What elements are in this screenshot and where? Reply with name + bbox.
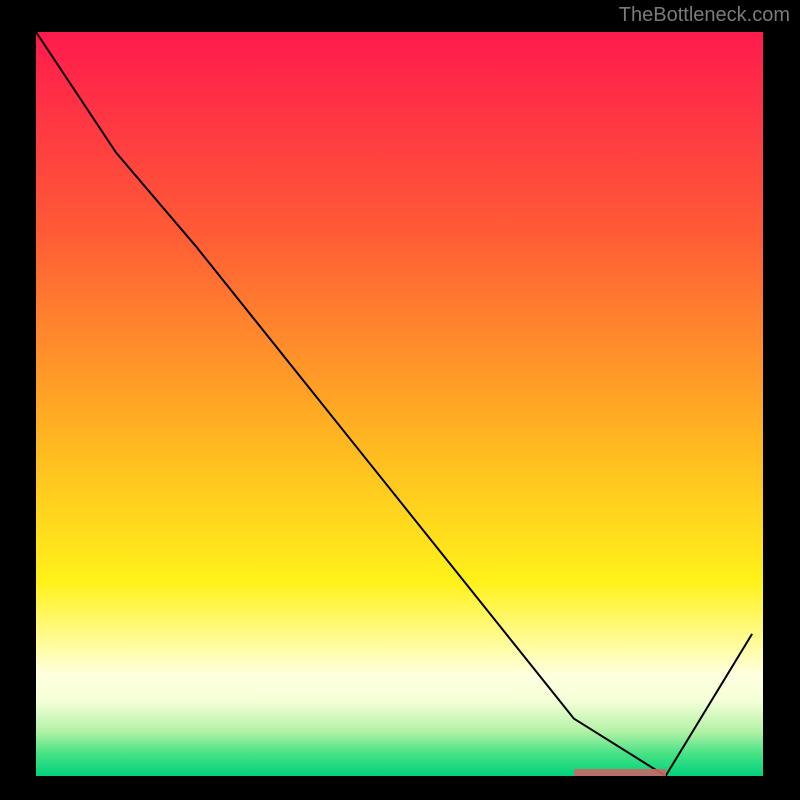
attribution-text: TheBottleneck.com [619,4,790,27]
chart-page: TheBottleneck.com [0,0,800,800]
right-mask [763,32,774,776]
bottleneck-plot [36,32,774,776]
plot-svg [36,32,774,776]
gradient-background [36,32,763,776]
resolution-marker [574,769,666,776]
